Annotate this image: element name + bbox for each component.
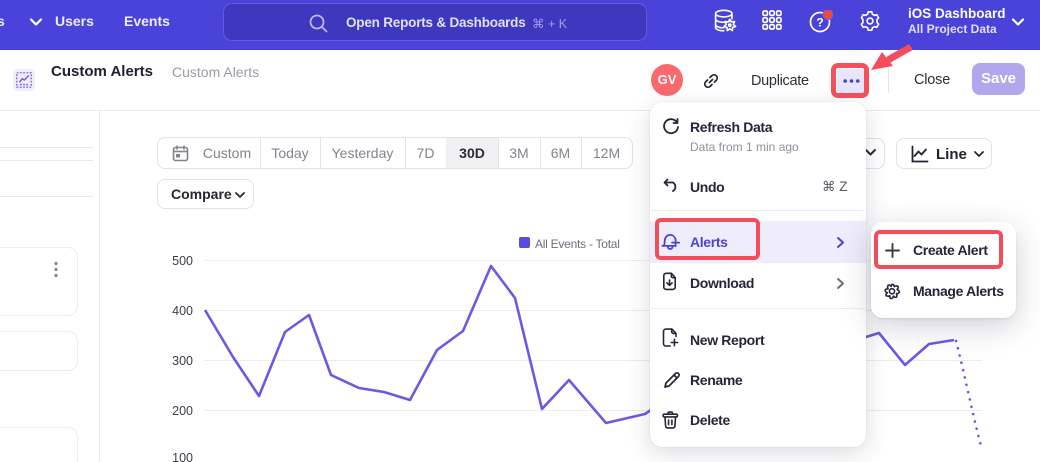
svg-text:100: 100 bbox=[172, 451, 193, 462]
svg-text:?: ? bbox=[816, 16, 823, 30]
svg-text:500: 500 bbox=[172, 254, 193, 268]
svg-text:400: 400 bbox=[172, 304, 193, 318]
svg-text:200: 200 bbox=[172, 404, 193, 418]
svg-text:300: 300 bbox=[172, 354, 193, 368]
